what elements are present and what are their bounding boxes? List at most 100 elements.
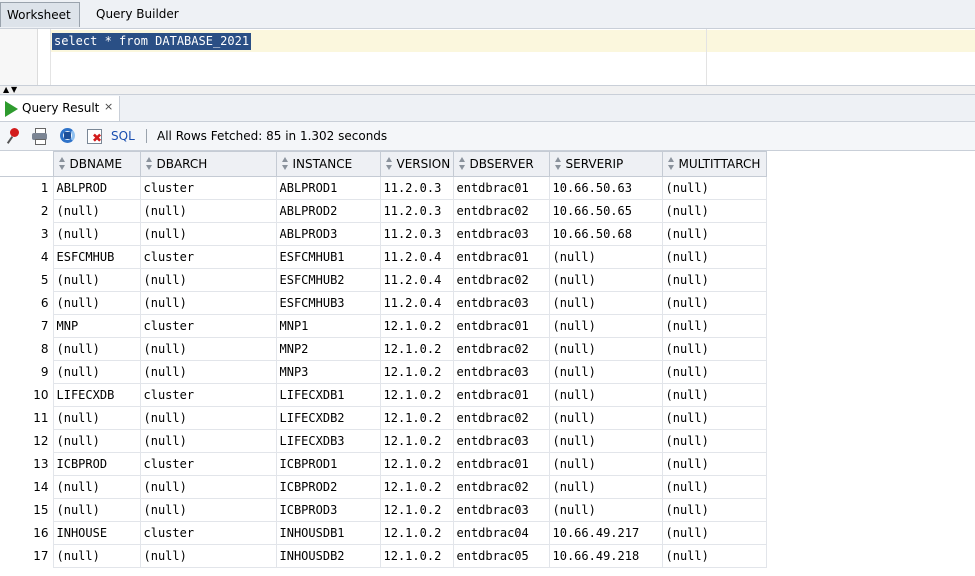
table-cell[interactable]: (null) bbox=[661, 245, 767, 269]
table-cell[interactable]: entdbrac02 bbox=[452, 199, 550, 223]
table-cell[interactable]: (null) bbox=[661, 475, 767, 499]
table-row[interactable]: 13 ICBPROD cluster ICBPROD1 12.1.0.2 entdbrac… bbox=[0, 452, 767, 476]
table-cell[interactable]: 10.66.50.68 bbox=[548, 222, 663, 246]
table-cell[interactable]: (null) bbox=[548, 475, 663, 499]
table-cell[interactable]: 12.1.0.2 bbox=[379, 521, 454, 545]
table-cell[interactable]: ABLPROD3 bbox=[275, 222, 381, 246]
column-header[interactable]: MULTITTARCH bbox=[661, 151, 767, 177]
table-row[interactable]: 6 (null) (null) ESFCMHUB3 11.2.0.4 entdbrac03… bbox=[0, 291, 767, 315]
table-cell[interactable]: (null) bbox=[661, 314, 767, 338]
print-icon[interactable] bbox=[31, 127, 48, 145]
table-cell[interactable]: 12.1.0.2 bbox=[379, 544, 454, 568]
table-cell[interactable]: (null) bbox=[661, 544, 767, 568]
table-row[interactable]: 4 ESFCMHUB cluster ESFCMHUB1 11.2.0.4 entdbra… bbox=[0, 245, 767, 269]
table-cell[interactable]: 12.1.0.2 bbox=[379, 452, 454, 476]
table-cell[interactable]: (null) bbox=[139, 291, 277, 315]
table-cell[interactable]: (null) bbox=[661, 199, 767, 223]
table-cell[interactable]: (null) bbox=[661, 337, 767, 361]
table-row[interactable]: 10 LIFECXDB cluster LIFECXDB1 12.1.0.2 entdbr… bbox=[0, 383, 767, 407]
table-cell[interactable]: (null) bbox=[139, 199, 277, 223]
table-cell[interactable]: ABLPROD2 bbox=[275, 199, 381, 223]
table-cell[interactable]: LIFECXDB bbox=[52, 383, 141, 407]
table-cell[interactable]: MNP1 bbox=[275, 314, 381, 338]
column-header[interactable]: SERVERIP bbox=[548, 151, 663, 177]
table-cell[interactable]: INHOUSDB2 bbox=[275, 544, 381, 568]
table-cell[interactable]: entdbrac03 bbox=[452, 429, 550, 453]
column-header[interactable]: DBARCH bbox=[139, 151, 277, 177]
table-cell[interactable]: entdbrac03 bbox=[452, 498, 550, 522]
table-cell[interactable]: entdbrac05 bbox=[452, 544, 550, 568]
table-cell[interactable]: 10.66.50.63 bbox=[548, 176, 663, 200]
table-cell[interactable]: ICBPROD bbox=[52, 452, 141, 476]
table-cell[interactable]: 12.1.0.2 bbox=[379, 429, 454, 453]
refresh-icon[interactable] bbox=[59, 127, 76, 144]
table-cell[interactable]: ICBPROD2 bbox=[275, 475, 381, 499]
table-cell[interactable]: (null) bbox=[661, 291, 767, 315]
table-cell[interactable]: 11.2.0.4 bbox=[379, 245, 454, 269]
table-cell[interactable]: (null) bbox=[52, 337, 141, 361]
table-cell[interactable]: (null) bbox=[139, 475, 277, 499]
column-header[interactable]: DBSERVER bbox=[452, 151, 550, 177]
table-row[interactable]: 15 (null) (null) ICBPROD3 12.1.0.2 entdbrac03… bbox=[0, 498, 767, 522]
table-cell[interactable]: (null) bbox=[548, 383, 663, 407]
table-cell[interactable]: (null) bbox=[661, 452, 767, 476]
table-cell[interactable]: cluster bbox=[139, 245, 277, 269]
table-cell[interactable]: (null) bbox=[139, 429, 277, 453]
table-cell[interactable]: cluster bbox=[139, 383, 277, 407]
table-cell[interactable]: entdbrac03 bbox=[452, 360, 550, 384]
table-cell[interactable]: (null) bbox=[548, 337, 663, 361]
table-cell[interactable]: 12.1.0.2 bbox=[379, 337, 454, 361]
panel-splitter[interactable]: ▲ ▼ bbox=[0, 86, 975, 95]
table-row[interactable]: 8 (null) (null) MNP2 12.1.0.2 entdbrac02 (null… bbox=[0, 337, 767, 361]
table-cell[interactable]: 12.1.0.2 bbox=[379, 314, 454, 338]
collapse-up-icon[interactable]: ▲ bbox=[3, 86, 9, 94]
table-row[interactable]: 12 (null) (null) LIFECXDB3 12.1.0.2 entdbrac0… bbox=[0, 429, 767, 453]
close-icon[interactable]: × bbox=[104, 96, 113, 118]
table-cell[interactable]: 11.2.0.3 bbox=[379, 222, 454, 246]
table-cell[interactable]: (null) bbox=[661, 429, 767, 453]
table-cell[interactable]: 11.2.0.3 bbox=[379, 176, 454, 200]
table-cell[interactable]: (null) bbox=[52, 199, 141, 223]
table-row[interactable]: 14 (null) (null) ICBPROD2 12.1.0.2 entdbrac02… bbox=[0, 475, 767, 499]
table-cell[interactable]: (null) bbox=[52, 222, 141, 246]
tab-query-result[interactable]: Query Result × bbox=[0, 96, 120, 121]
table-cell[interactable]: entdbrac02 bbox=[452, 337, 550, 361]
table-cell[interactable]: LIFECXDB2 bbox=[275, 406, 381, 430]
table-cell[interactable]: cluster bbox=[139, 452, 277, 476]
table-cell[interactable]: (null) bbox=[661, 406, 767, 430]
table-cell[interactable]: (null) bbox=[661, 521, 767, 545]
result-grid[interactable]: DBNAME DBARCH INSTANCE VERSION DBSERVER … bbox=[0, 151, 975, 576]
table-cell[interactable]: (null) bbox=[548, 429, 663, 453]
table-cell[interactable]: ESFCMHUB3 bbox=[275, 291, 381, 315]
table-cell[interactable]: (null) bbox=[139, 498, 277, 522]
table-cell[interactable]: (null) bbox=[139, 544, 277, 568]
table-cell[interactable]: 12.1.0.2 bbox=[379, 406, 454, 430]
table-cell[interactable]: cluster bbox=[139, 176, 277, 200]
sql-button[interactable]: SQL bbox=[111, 122, 135, 150]
table-cell[interactable]: MNP bbox=[52, 314, 141, 338]
table-cell[interactable]: ESFCMHUB2 bbox=[275, 268, 381, 292]
tab-worksheet[interactable]: Worksheet bbox=[0, 2, 80, 27]
table-cell[interactable]: (null) bbox=[661, 176, 767, 200]
table-row[interactable]: 2 (null) (null) ABLPROD2 11.2.0.3 entdbrac02 1… bbox=[0, 199, 767, 223]
table-row[interactable]: 3 (null) (null) ABLPROD3 11.2.0.3 entdbrac03 1… bbox=[0, 222, 767, 246]
table-cell[interactable]: (null) bbox=[548, 268, 663, 292]
table-cell[interactable]: ESFCMHUB bbox=[52, 245, 141, 269]
table-cell[interactable]: 11.2.0.4 bbox=[379, 268, 454, 292]
table-cell[interactable]: cluster bbox=[139, 521, 277, 545]
column-header[interactable]: VERSION bbox=[379, 151, 454, 177]
table-cell[interactable]: (null) bbox=[548, 291, 663, 315]
table-cell[interactable]: 12.1.0.2 bbox=[379, 475, 454, 499]
table-cell[interactable]: (null) bbox=[661, 498, 767, 522]
table-cell[interactable]: (null) bbox=[661, 383, 767, 407]
table-cell[interactable]: (null) bbox=[548, 314, 663, 338]
table-cell[interactable]: cluster bbox=[139, 314, 277, 338]
collapse-down-icon[interactable]: ▼ bbox=[11, 86, 17, 94]
table-cell[interactable]: entdbrac04 bbox=[452, 521, 550, 545]
table-cell[interactable]: (null) bbox=[139, 222, 277, 246]
table-cell[interactable]: (null) bbox=[139, 268, 277, 292]
table-cell[interactable]: 10.66.49.217 bbox=[548, 521, 663, 545]
table-cell[interactable]: LIFECXDB3 bbox=[275, 429, 381, 453]
table-cell[interactable]: (null) bbox=[52, 406, 141, 430]
table-cell[interactable]: ICBPROD3 bbox=[275, 498, 381, 522]
